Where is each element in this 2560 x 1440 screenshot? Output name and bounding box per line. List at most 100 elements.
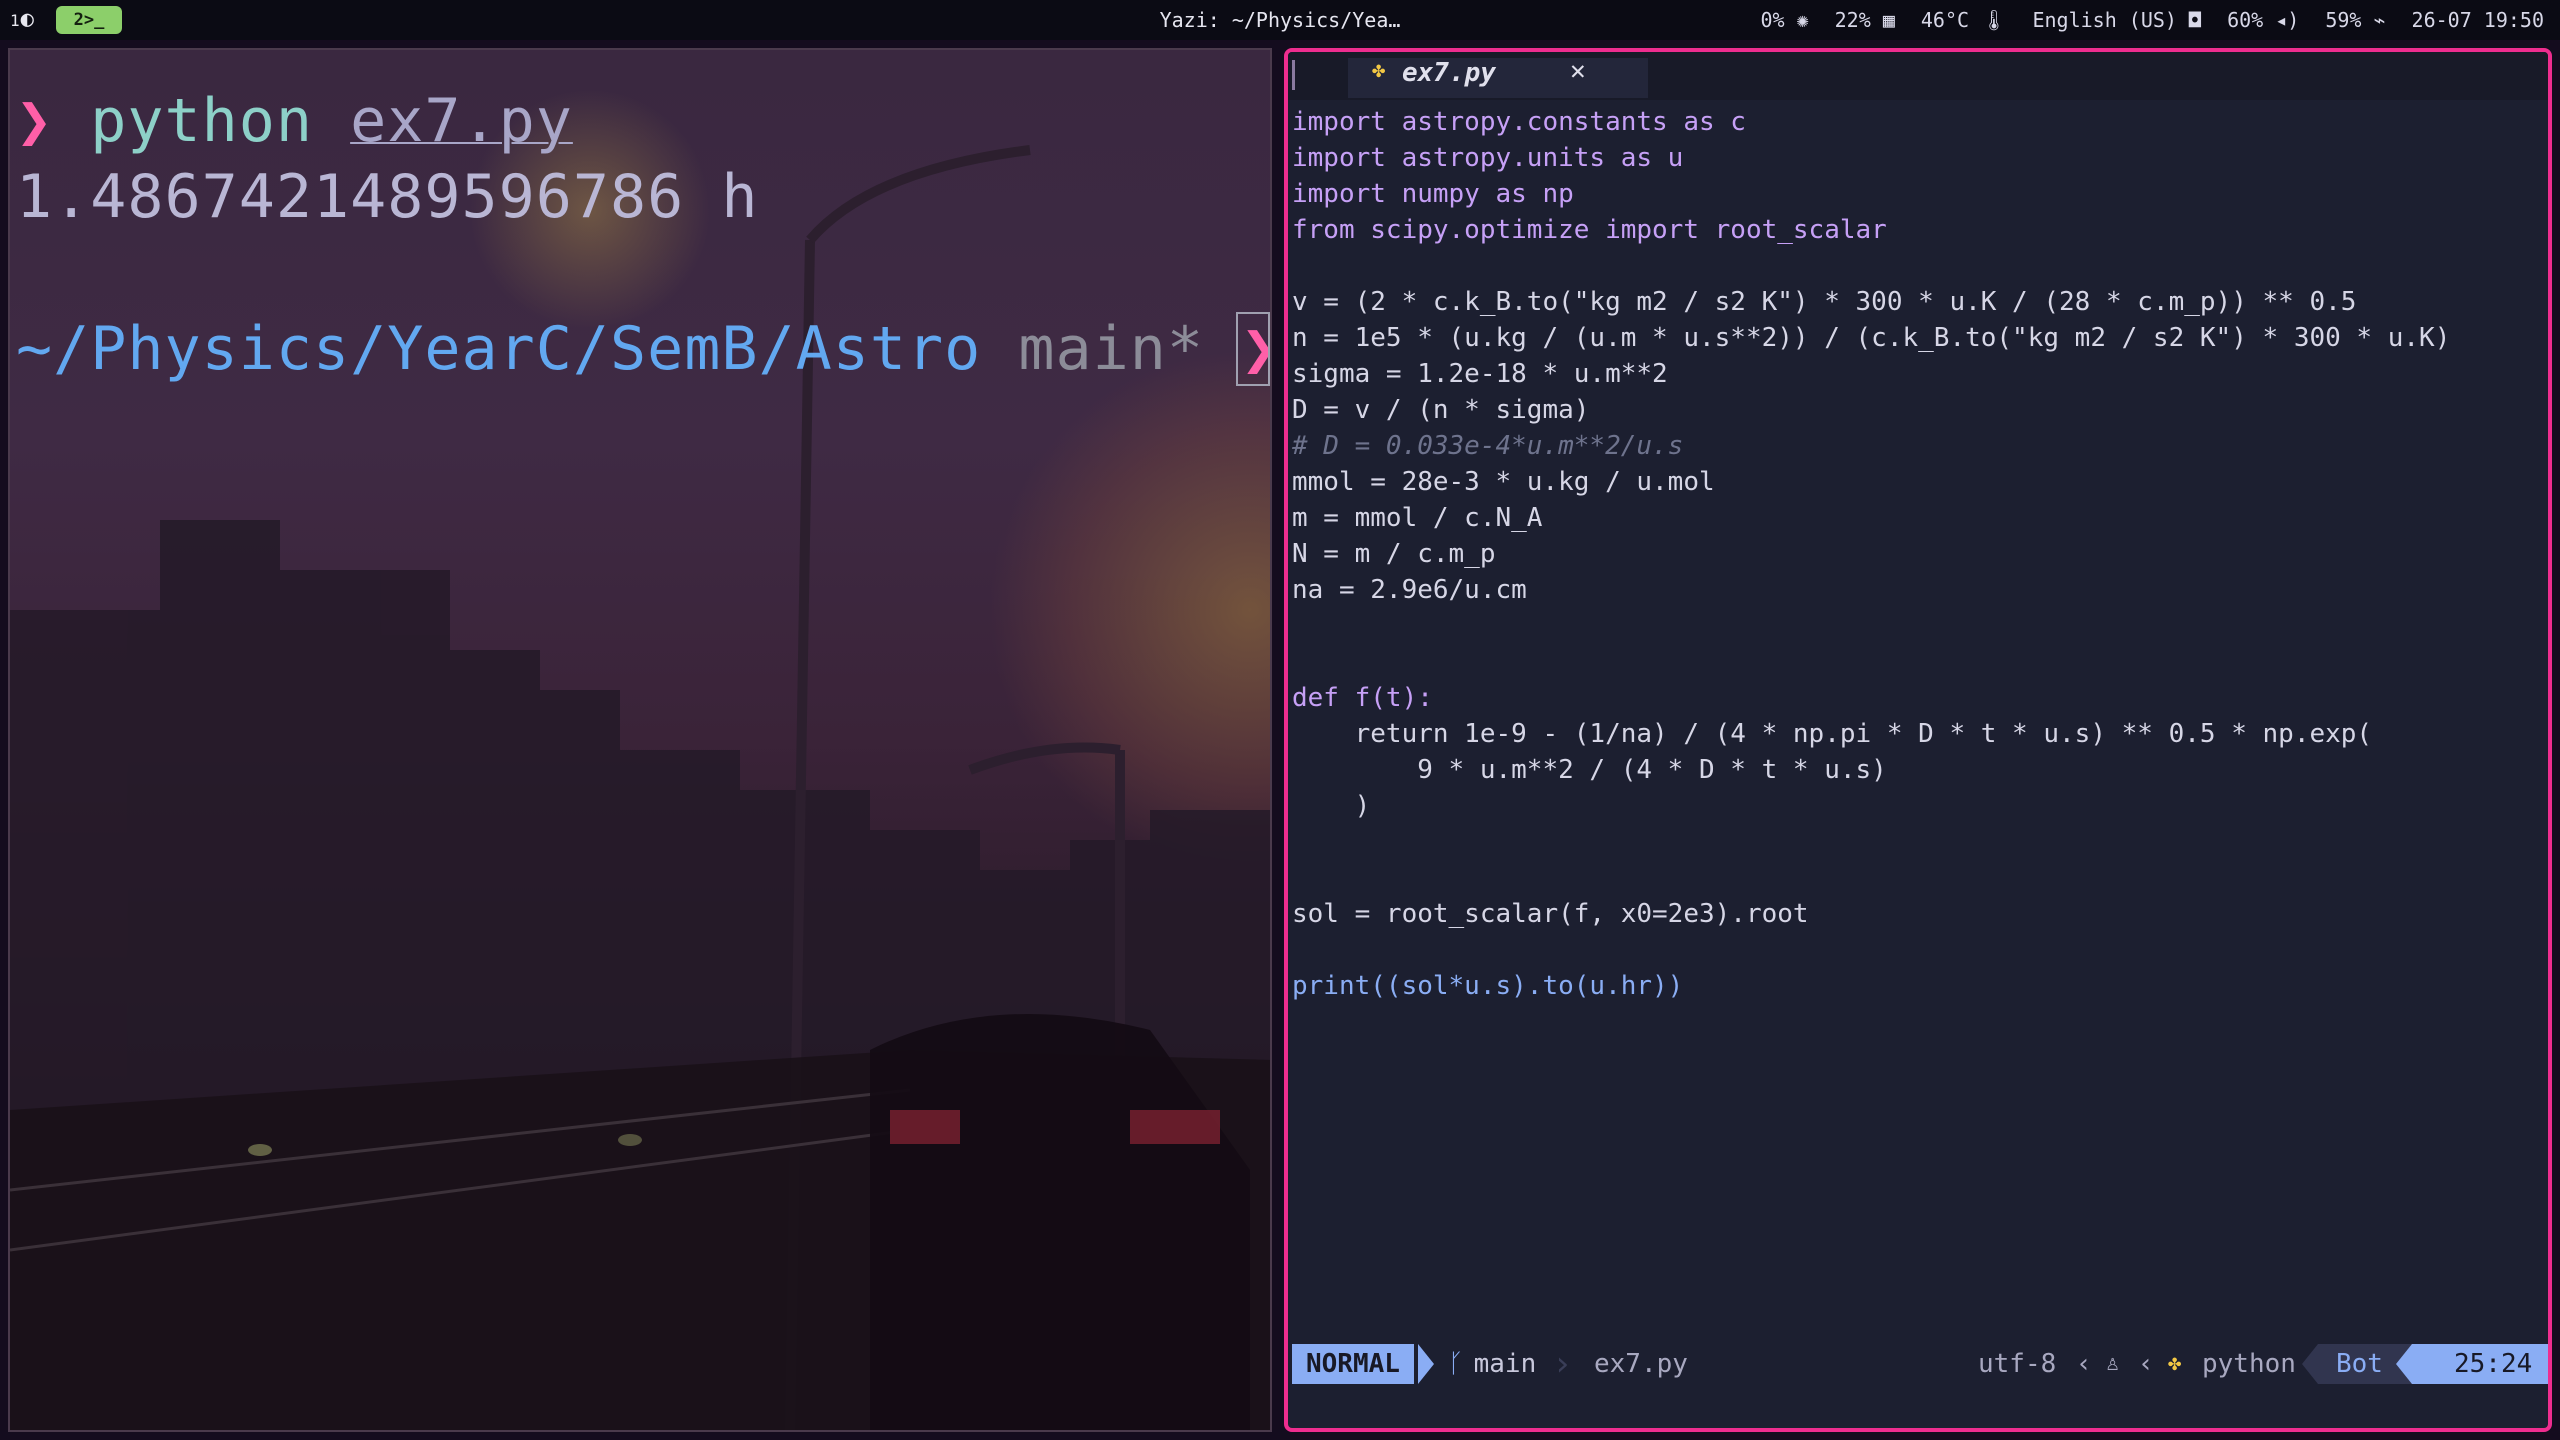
editor-pane[interactable]: ✤ ex7.py ✕ import astropy.constants as c… — [1284, 48, 2552, 1432]
code-line-text: import astropy.constants as c — [1292, 107, 1746, 137]
command-argument: ex7.py — [350, 86, 573, 156]
code-line: n = 1e5 * (u.kg / (u.m * u.s**2)) / (c.k… — [1292, 320, 2548, 356]
current-directory: ~/Physics/YearC/SemB/Astro — [16, 314, 982, 384]
speaker-icon: ◂) — [2275, 8, 2300, 32]
python-icon: ✤ — [1372, 58, 1386, 83]
terminal-prompt-line[interactable]: ~/Physics/YearC/SemB/Astro main* ❯ — [16, 314, 1270, 384]
code-line: sigma = 1.2e-18 * u.m**2 — [1292, 356, 2548, 392]
status-line: NORMAL ᚴ main › ex7.py utf-8 ‹ ♙ ‹ ✤ pyth… — [1288, 1344, 2548, 1384]
linux-icon: ♙ — [2106, 1351, 2120, 1376]
workspace-2-button[interactable]: 2>_ — [56, 6, 122, 34]
code-line: sol = root_scalar(f, x0=2e3).root — [1292, 896, 2548, 932]
cpu-value: 0% — [1760, 8, 1785, 32]
code-line-text: from scipy.optimize import root_scalar — [1292, 215, 1887, 245]
code-line-text: sol = root_scalar(f, x0=2e3).root — [1292, 899, 1809, 929]
cursor-position: 25:24 — [2454, 1349, 2533, 1379]
thermometer-icon: 🌡︎ — [1981, 8, 2007, 32]
git-branch-status: ᚴ main — [1448, 1344, 1536, 1384]
moon-icon: ◐ — [20, 7, 34, 32]
status-separator: › — [1552, 1344, 1573, 1384]
code-comment: # D = 0.033e-4*u.m**2/u.s — [1292, 431, 1684, 461]
code-line-text: import numpy as np — [1292, 179, 1574, 209]
code-line: def f(t): — [1292, 680, 2548, 716]
code-line-text: D = v / (n * sigma) — [1292, 395, 1590, 425]
status-separator — [2396, 1344, 2412, 1384]
branch-name: main — [1473, 1349, 1537, 1379]
prompt-symbol: ❯ — [16, 86, 54, 156]
code-line-text: mmol = 28e-3 * u.kg / u.mol — [1292, 467, 1715, 497]
code-line-text: import astropy.units as u — [1292, 143, 1684, 173]
code-line: # D = 0.033e-4*u.m**2/u.s — [1292, 428, 2548, 464]
cpu-indicator[interactable]: 0% ✺ — [1760, 0, 1808, 40]
status-separator: ‹ — [2076, 1349, 2092, 1379]
code-line: from scipy.optimize import root_scalar — [1292, 212, 2548, 248]
workspace-1-button[interactable]: 1◐ — [10, 6, 46, 34]
terminal-cursor — [1236, 312, 1270, 386]
tab-indicator — [1292, 60, 1295, 90]
git-branch-icon: ᚴ — [1448, 1349, 1464, 1379]
keyboard-layout-indicator[interactable]: English (US) ◘ — [2032, 0, 2201, 40]
code-line: print((sol*u.s).to(u.hr)) — [1292, 968, 2548, 1004]
code-line-text: 9 * u.m**2 / (4 * D * t * u.s) — [1292, 755, 1887, 785]
code-line-text: na = 2.9e6/u.cm — [1292, 575, 1527, 605]
tab-ex7[interactable] — [1348, 58, 1648, 98]
system-tray: 0% ✺ 22% ▦ 46°C 🌡︎ English (US) ◘ 60% ◂)… — [1760, 0, 2544, 40]
code-line: import astropy.units as u — [1292, 140, 2548, 176]
status-separator: ‹ — [2138, 1349, 2154, 1379]
wallpaper-city-scene — [10, 145, 1270, 1430]
code-area[interactable]: import astropy.constants as c import ast… — [1292, 104, 2548, 1004]
code-line-text: return 1e-9 - (1/na) / (4 * np.pi * D * … — [1292, 719, 2373, 749]
tab-bar: ✤ ex7.py ✕ — [1288, 52, 2548, 100]
code-line: na = 2.9e6/u.cm — [1292, 572, 2548, 608]
code-line: return 1e-9 - (1/na) / (4 * np.pi * D * … — [1292, 716, 2548, 752]
code-line: import numpy as np — [1292, 176, 2548, 212]
temperature-indicator[interactable]: 46°C 🌡︎ — [1921, 0, 2007, 40]
file-encoding: utf-8 — [1978, 1349, 2057, 1379]
workspace-2-label: 2>_ — [73, 10, 105, 30]
git-branch: main* — [1018, 314, 1204, 384]
code-line-text: def f(t): — [1292, 683, 1433, 713]
code-line: import astropy.constants as c — [1292, 104, 2548, 140]
command-program: python — [90, 86, 313, 156]
python-icon: ✤ — [2168, 1351, 2182, 1376]
brightness-value: 60% — [2227, 8, 2264, 32]
code-line-text: n = 1e5 * (u.kg / (u.m * u.s**2)) / (c.k… — [1292, 323, 2451, 353]
volume-indicator[interactable]: 59% ⌁ — [2325, 0, 2385, 40]
tab-label: ex7.py — [1402, 58, 1496, 88]
mode-indicator: NORMAL — [1292, 1344, 1414, 1384]
scroll-position: Bot — [2336, 1349, 2383, 1379]
display-icon: ◘ — [2189, 8, 2202, 32]
cpu-icon: ✺ — [1796, 8, 1809, 32]
memory-value: 22% — [1834, 8, 1871, 32]
brightness-indicator[interactable]: 60% ◂) — [2227, 0, 2299, 40]
memory-icon: ▦ — [1882, 8, 1895, 32]
status-file-name: ex7.py — [1594, 1349, 1688, 1379]
plug-icon: ⌁ — [2373, 8, 2386, 32]
temperature-value: 46°C — [1920, 8, 1970, 32]
terminal-pane[interactable]: ❯ python ex7.py 1.4867421489596786 h ~/P… — [8, 48, 1272, 1432]
status-separator — [1418, 1344, 1434, 1384]
terminal-command-line: ❯ python ex7.py — [16, 86, 573, 156]
code-line-text: print((sol*u.s).to(u.hr)) — [1292, 971, 1684, 1001]
volume-value: 59% — [2325, 8, 2362, 32]
close-icon[interactable]: ✕ — [1570, 56, 1586, 86]
code-line-text: m = mmol / c.N_A — [1292, 503, 1543, 533]
clock[interactable]: 26-07 19:50 — [2412, 0, 2544, 40]
code-line: N = m / c.m_p — [1292, 536, 2548, 572]
code-line: 9 * u.m**2 / (4 * D * t * u.s) — [1292, 752, 2548, 788]
terminal-output: 1.4867421489596786 h — [16, 162, 759, 232]
memory-indicator[interactable]: 22% ▦ — [1835, 0, 1895, 40]
code-line: v = (2 * c.k_B.to("kg m2 / s2 K") * 300 … — [1292, 284, 2548, 320]
code-line-text: sigma = 1.2e-18 * u.m**2 — [1292, 359, 1668, 389]
code-line: ) — [1292, 788, 2548, 824]
top-bar: 1◐ 2>_ Yazi: ~/Physics/Yea… 0% ✺ 22% ▦ 4… — [0, 0, 2560, 40]
code-line-text: v = (2 * c.k_B.to("kg m2 / s2 K") * 300 … — [1292, 287, 2357, 317]
code-line: mmol = 28e-3 * u.kg / u.mol — [1292, 464, 2548, 500]
status-separator — [2302, 1344, 2318, 1384]
code-line-text: ) — [1292, 791, 1371, 821]
